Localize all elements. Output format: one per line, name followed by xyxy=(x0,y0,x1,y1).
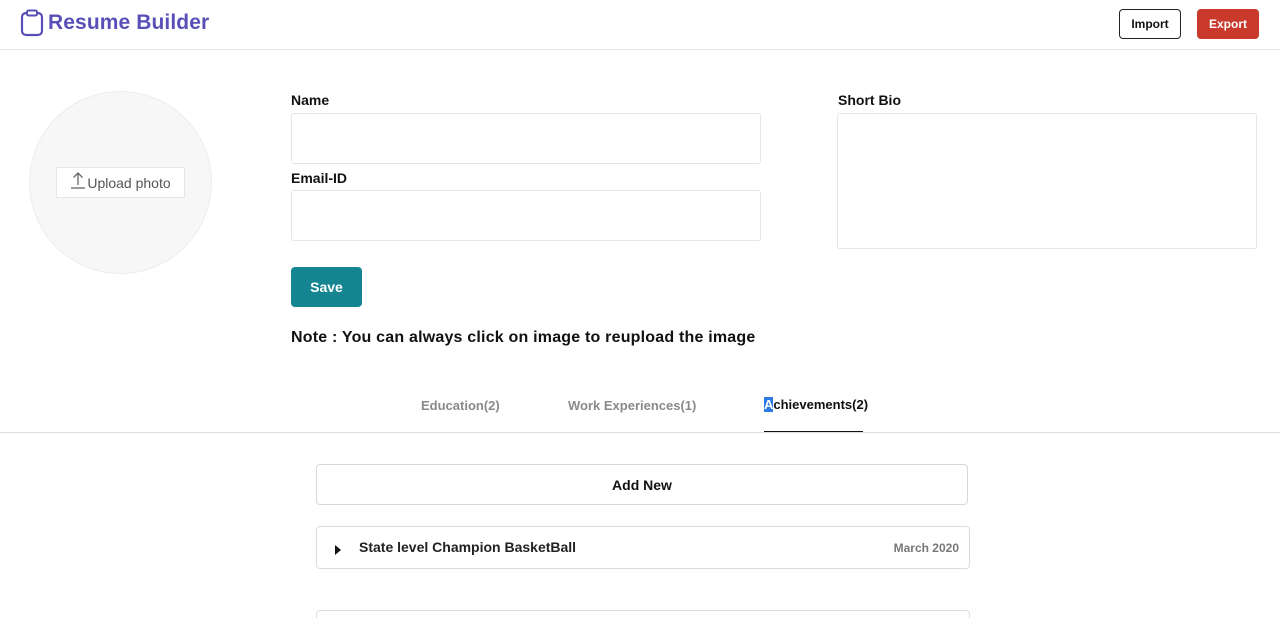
achievement-title: State level Champion BasketBall xyxy=(359,539,577,555)
name-input[interactable] xyxy=(291,113,761,164)
short-bio-label: Short Bio xyxy=(838,92,901,108)
add-new-button[interactable]: Add New xyxy=(316,464,968,505)
reupload-note: Note : You can always click on image to … xyxy=(291,329,756,346)
caret-right-icon[interactable] xyxy=(334,542,342,555)
app-header: Resume Builder Import Export xyxy=(0,0,1280,50)
tab-work-experiences[interactable]: Work Experiences(1) xyxy=(568,398,696,413)
brand[interactable]: Resume Builder xyxy=(20,9,209,37)
import-button[interactable]: Import xyxy=(1119,9,1181,39)
achievement-item[interactable]: State level Champion BasketBall March 20… xyxy=(316,526,970,569)
upload-photo-button[interactable]: Upload photo xyxy=(56,167,185,198)
clipboard-icon xyxy=(20,9,44,37)
tab-achievements-label: chievements(2) xyxy=(773,397,869,412)
tab-achievements[interactable]: Achievements(2) xyxy=(764,397,868,412)
tab-achievements-highlight: A xyxy=(764,397,774,412)
upload-photo-label: Upload photo xyxy=(87,174,171,191)
email-input[interactable] xyxy=(291,190,761,241)
achievement-item-partial[interactable] xyxy=(316,610,970,618)
achievement-date: March 2020 xyxy=(893,541,959,555)
short-bio-textarea[interactable] xyxy=(837,113,1257,249)
tabs-divider xyxy=(0,432,1280,433)
name-label: Name xyxy=(291,92,330,108)
save-button[interactable]: Save xyxy=(291,267,362,307)
export-button[interactable]: Export xyxy=(1197,9,1259,39)
email-label: Email-ID xyxy=(291,170,348,186)
app-title: Resume Builder xyxy=(48,11,210,34)
tab-education[interactable]: Education(2) xyxy=(421,398,500,413)
upload-icon xyxy=(70,171,86,189)
